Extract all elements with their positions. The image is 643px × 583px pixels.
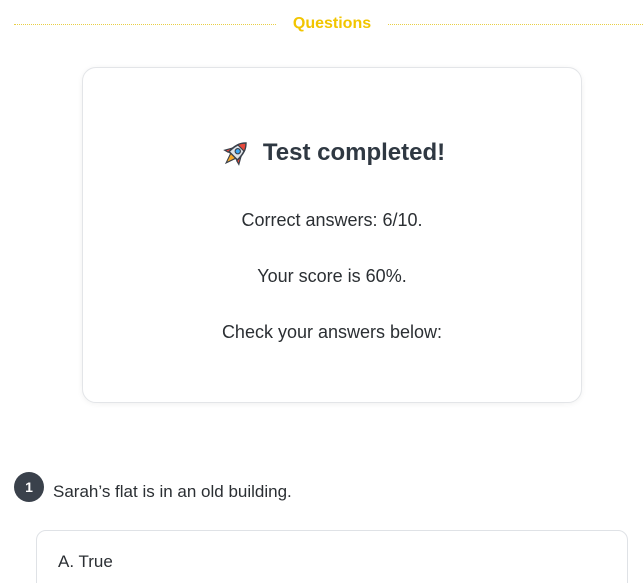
correct-answers-text: Correct answers: 6/10. [241,210,423,230]
result-heading: Test completed! [262,139,446,166]
question-item: 1 Sarah’s flat is in an old building. [14,470,634,502]
answer-option-label: A. True [58,552,113,571]
check-answers-text: Check your answers below: [221,322,443,342]
section-title: Questions [292,15,372,32]
answer-option-a[interactable]: A. True [36,530,628,583]
question-number-badge: 1 [14,472,44,502]
score-text: Your score is 60%. [257,266,407,286]
header-divider-left [14,24,276,25]
rocket-icon [219,136,253,170]
result-title: Test completed! [83,136,581,170]
questions-section-header: Questions [0,14,643,36]
test-result-card: Test completed! Correct answers: 6/10. Y… [82,67,582,403]
question-text: Sarah’s flat is in an old building. [53,482,292,501]
header-divider-right [388,24,643,25]
